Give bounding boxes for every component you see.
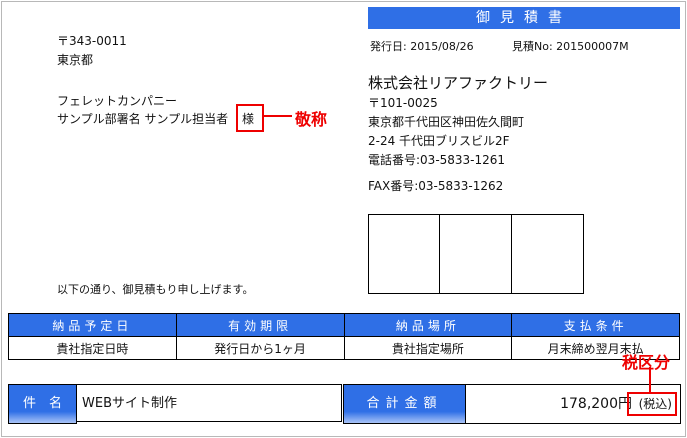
recipient-company: フェレットカンパニー [57,94,178,108]
delivery-date-value: 貴社指定日時 [8,336,177,360]
stamp-box-1 [368,214,441,294]
recipient-postal: 〒343-0011 [57,34,127,48]
payment-terms-header: 支払条件 [511,313,680,337]
honorific-callout-line [262,115,292,117]
subject-label: 件 名 [8,384,77,424]
issuer-address-line2: 2-24 千代田ブリスビル2F [368,134,510,148]
document-title: 御見積書 [368,7,680,29]
delivery-place-header: 納品場所 [343,313,513,337]
conditions-table: 納品予定日 有効期限 納品場所 支払条件 貴社指定日時 発行日から1ヶ月 貴社指… [8,313,680,360]
recipient-prefecture: 東京都 [57,53,94,67]
honorific-annotation: 敬称 [295,110,328,129]
valid-period-header: 有効期限 [175,313,345,337]
issuer-postal: 〒101-0025 [368,96,438,110]
issuer-tel: 電話番号:03-5833-1261 [368,153,506,167]
estimate-number: 見積No: 201500007M [512,38,629,54]
total-amount: 178,200 [560,396,618,412]
valid-period-value: 発行日から1ヶ月 [175,336,345,360]
recipient-dept-person: サンプル部署名 サンプル担当者 [57,112,229,126]
conditions-value-row: 貴社指定日時 発行日から1ヶ月 貴社指定場所 月末締め翌月末払 [8,336,680,360]
issue-date: 発行日: 2015/08/26 [370,38,474,54]
conditions-header-row: 納品予定日 有効期限 納品場所 支払条件 [8,313,680,337]
stamp-box-3 [511,214,584,294]
estimate-message: 以下の通り、御見積もり申し上げます。 [57,283,254,296]
tax-annotation: 税区分 [622,353,671,372]
issue-date-value: 2015/08/26 [410,40,474,53]
estimate-number-value: 201500007M [556,40,629,53]
estimate-number-label: 見積No: [512,40,553,53]
stamp-box-2 [439,214,513,294]
tax-highlight-box [627,392,677,416]
issue-date-label: 発行日: [370,40,407,53]
delivery-date-header: 納品予定日 [8,313,177,337]
issuer-company: 株式会社リアファクトリー [368,74,549,92]
total-label: 合計金額 [343,384,466,424]
honorific-highlight-box [236,104,264,132]
issuer-address-line1: 東京都千代田区神田佐久間町 [368,115,525,129]
issuer-fax: FAX番号:03-5833-1262 [368,179,504,193]
delivery-place-value: 貴社指定場所 [343,336,513,360]
subject-value: WEBサイト制作 [76,384,342,422]
